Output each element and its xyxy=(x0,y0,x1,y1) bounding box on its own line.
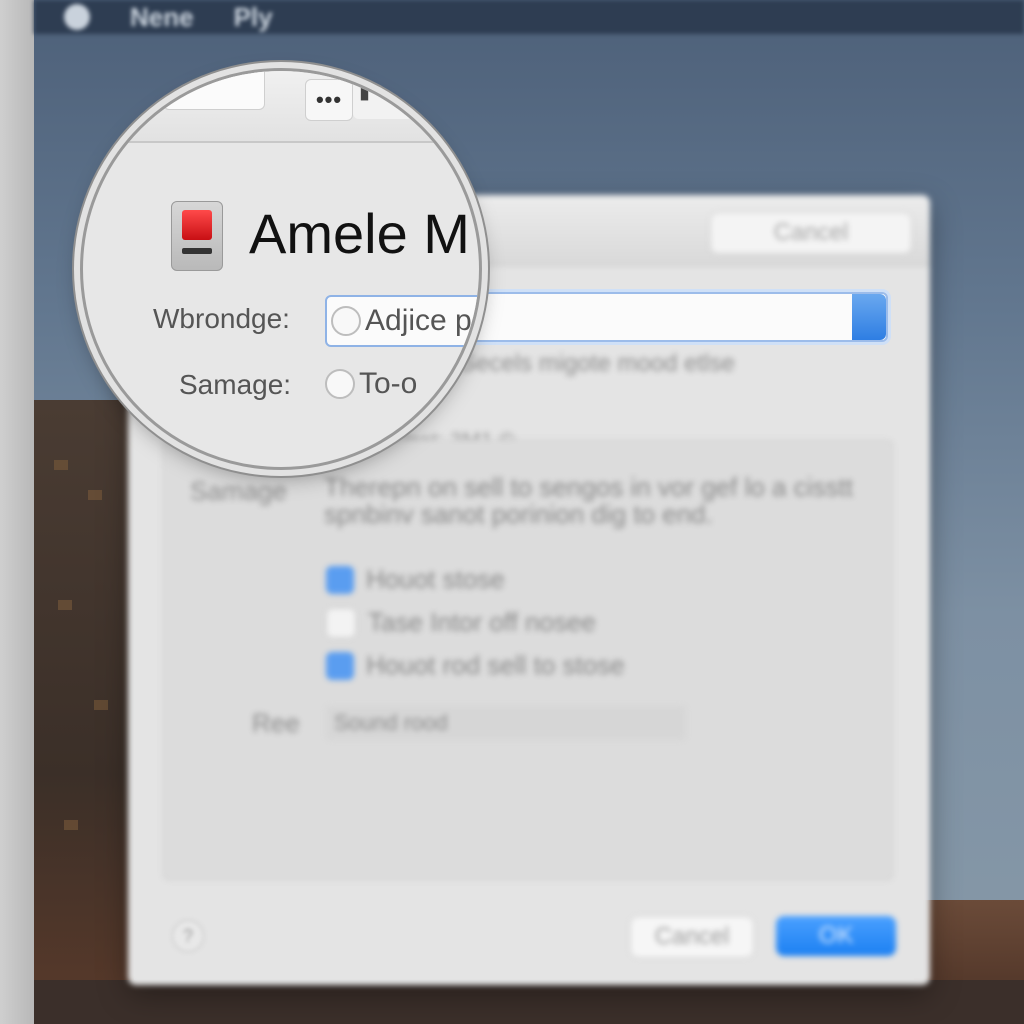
help-button[interactable]: ? xyxy=(172,920,204,952)
menu-bar: Nene Ply xyxy=(34,0,1024,34)
lens-toolbar: ••• ▮ xyxy=(83,71,479,143)
checkbox-unchecked-icon[interactable] xyxy=(326,607,356,638)
group-description: Therepn on sell to sengos in vor gef lo … xyxy=(324,472,853,529)
checkbox-row-1[interactable]: Houot stose xyxy=(326,564,505,595)
option-select[interactable]: Sound rood xyxy=(326,706,686,740)
radio-button-icon[interactable] xyxy=(325,369,355,399)
select-value: Sound rood xyxy=(334,710,448,735)
more-options-button[interactable]: ••• xyxy=(305,79,353,121)
field-label-2: Samage: xyxy=(179,369,292,400)
radio-button-icon[interactable] xyxy=(331,306,361,336)
select-label: Ree xyxy=(252,708,300,738)
partial-toolbar-button[interactable]: ▮ xyxy=(353,79,413,119)
ok-button[interactable]: OK xyxy=(776,916,896,956)
checkbox-row-2[interactable]: Tase Intor off nosee xyxy=(326,607,596,638)
checkbox-label: Houot stose xyxy=(366,564,505,594)
menu-item-file[interactable]: Nene xyxy=(130,2,194,33)
apple-menu-icon[interactable] xyxy=(64,4,90,30)
option-row-2[interactable]: To-o xyxy=(325,367,417,401)
radio-label: To-o xyxy=(359,367,418,400)
checkbox-checked-icon[interactable] xyxy=(326,565,354,594)
checkbox-label: Tase Intor off nosee xyxy=(368,607,596,637)
dialog-title: Amele M xyxy=(249,202,470,265)
checkbox-row-3[interactable]: Houot rod sell to stose xyxy=(326,650,625,681)
radio-label: Adjice p xyxy=(365,304,472,337)
option-field-1[interactable]: Adjice p xyxy=(325,295,479,347)
app-icon xyxy=(171,201,223,271)
window-edge xyxy=(0,0,34,1024)
background-ground xyxy=(34,980,1024,1024)
popup-stepper-icon[interactable] xyxy=(852,294,886,340)
field-label-1: Wbrondge: xyxy=(153,303,290,334)
cancel-button[interactable]: Cancel xyxy=(630,916,754,958)
checkbox-label: Houot rod sell to stose xyxy=(366,650,625,680)
checkbox-checked-icon[interactable] xyxy=(326,651,354,680)
menu-item-edit[interactable]: Ply xyxy=(234,2,273,33)
group-side-label: Samage xyxy=(190,476,287,506)
lens-tab[interactable] xyxy=(163,71,265,110)
top-cancel-button[interactable]: Cancel xyxy=(710,212,912,254)
background-building xyxy=(34,400,134,1024)
field-hint: Secels migote mood etlse xyxy=(460,350,735,377)
magnifier-lens: ••• ▮ Amele M Wbrondge: Adjice p Samage:… xyxy=(80,68,482,470)
